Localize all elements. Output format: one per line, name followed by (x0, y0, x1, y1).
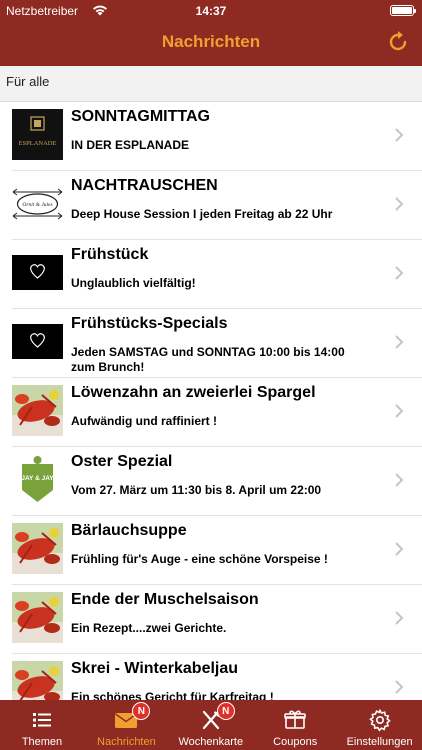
message-title: Skrei - Winterkabeljau (71, 660, 239, 677)
message-row[interactable]: Frühstücks-Specials Jeden SAMSTAG und SON… (12, 309, 422, 378)
tab-coupons[interactable]: Coupons (253, 700, 337, 750)
chevron-right-icon (395, 611, 404, 625)
message-subtitle: Ein schönes Gericht für Karfreitag ! (71, 690, 274, 700)
message-thumbnail (12, 592, 63, 643)
chevron-right-icon (395, 473, 404, 487)
chevron-right-icon (395, 404, 404, 418)
message-row[interactable]: JAY & JAY Oster Spezial Vom 27. März um 11… (12, 447, 422, 516)
message-title: NACHTRAUSCHEN (71, 177, 218, 194)
message-title: Frühstücks-Specials (71, 315, 228, 332)
message-title: Bärlauchsuppe (71, 522, 187, 539)
page-title: Nachrichten (161, 32, 261, 51)
message-thumbnail: ESPLANADE (12, 109, 63, 160)
tab-label: Wochenkarte (178, 736, 244, 748)
message-title: Löwenzahn an zweierlei Spargel (71, 384, 316, 401)
message-title: Frühstück (71, 246, 149, 263)
section-label: Für alle (6, 74, 50, 89)
tab-label: Coupons (273, 736, 318, 748)
chevron-right-icon (395, 128, 404, 142)
tab-einstellungen[interactable]: Einstellungen (338, 700, 422, 750)
message-title: Ende der Muschelsaison (71, 591, 259, 608)
message-subtitle: Frühling für's Auge - eine schöne Vorspe… (71, 552, 328, 566)
notification-badge: N (132, 702, 151, 720)
message-row[interactable]: Bärlauchsuppe Frühling für's Auge - eine … (12, 516, 422, 585)
tab-nachrichten[interactable]: Nachrichten N (84, 700, 168, 750)
notification-badge: N (216, 702, 235, 720)
message-title: SONNTAGMITTAG (71, 108, 210, 125)
message-thumbnail: JAY & JAY (12, 454, 63, 505)
clock-time: 14:37 (195, 4, 227, 18)
chevron-right-icon (395, 542, 404, 556)
tab-themen[interactable]: Themen (0, 700, 84, 750)
tab-wochenkarte[interactable]: Wochenkarte N (169, 700, 253, 750)
message-row[interactable]: Ende der Muschelsaison Ein Rezept....zwei… (12, 585, 422, 654)
message-thumbnail (12, 661, 63, 700)
svg-text:JAY & JAY: JAY & JAY (21, 475, 54, 482)
tab-label: Nachrichten (97, 736, 156, 748)
message-row[interactable]: Löwenzahn an zweierlei Spargel Aufwändig … (12, 378, 422, 447)
chevron-right-icon (395, 266, 404, 280)
message-row[interactable]: Skrei - Winterkabeljau Ein schönes Gerich… (12, 654, 422, 700)
message-row[interactable]: Frühstück Unglaublich vielfältig! (12, 240, 422, 309)
battery-icon (390, 5, 416, 16)
message-list[interactable]: ESPLANADE SONNTAGMITTAG IN DER ESPLANADE Or… (0, 102, 422, 700)
message-row[interactable]: ESPLANADE SONNTAGMITTAG IN DER ESPLANADE (12, 102, 422, 171)
message-row[interactable]: Ornit & Jules NACHTRAUSCHEN Deep House Ses… (12, 171, 422, 240)
message-subtitle: Deep House Session I jeden Freitag ab 22… (71, 207, 333, 221)
list-icon (30, 708, 54, 732)
status-bar: Netzbetreiber 14:37 (0, 0, 422, 22)
message-subtitle: Vom 27. März um 11:30 bis 8. April um 22… (71, 483, 322, 497)
chevron-right-icon (395, 335, 404, 349)
message-thumbnail (12, 385, 63, 436)
message-thumbnail: Ornit & Jules (12, 178, 63, 229)
message-thumbnail (12, 247, 63, 298)
refresh-icon[interactable] (386, 30, 410, 54)
message-subtitle: Aufwändig und raffiniert ! (71, 414, 217, 428)
message-title: Oster Spezial (71, 453, 173, 470)
chevron-right-icon (395, 680, 404, 694)
message-thumbnail (12, 523, 63, 574)
message-subtitle: Unglaublich vielfältig! (71, 276, 196, 290)
chevron-right-icon (395, 197, 404, 211)
tab-label: Einstellungen (346, 736, 413, 748)
gear-icon (368, 708, 392, 732)
tab-label: Themen (21, 736, 63, 748)
svg-text:ESPLANADE: ESPLANADE (19, 140, 57, 147)
app-screen: Netzbetreiber 14:37 Nachrichten Für alle… (0, 0, 422, 750)
message-subtitle: IN DER ESPLANADE (71, 138, 190, 152)
svg-text:Ornit & Jules: Ornit & Jules (22, 202, 52, 208)
top-bar: Netzbetreiber 14:37 Nachrichten (0, 0, 422, 66)
message-subtitle: Jeden SAMSTAG und SONNTAG 10:00 bis 14:0… (71, 345, 345, 374)
gift-icon (283, 708, 307, 732)
section-header: Für alle (0, 66, 422, 102)
message-subtitle: Ein Rezept....zwei Gerichte. (71, 621, 227, 635)
message-thumbnail (12, 316, 63, 367)
tab-bar: Themen Nachrichten N Wochenkarte N Coupons Ein… (0, 700, 422, 750)
